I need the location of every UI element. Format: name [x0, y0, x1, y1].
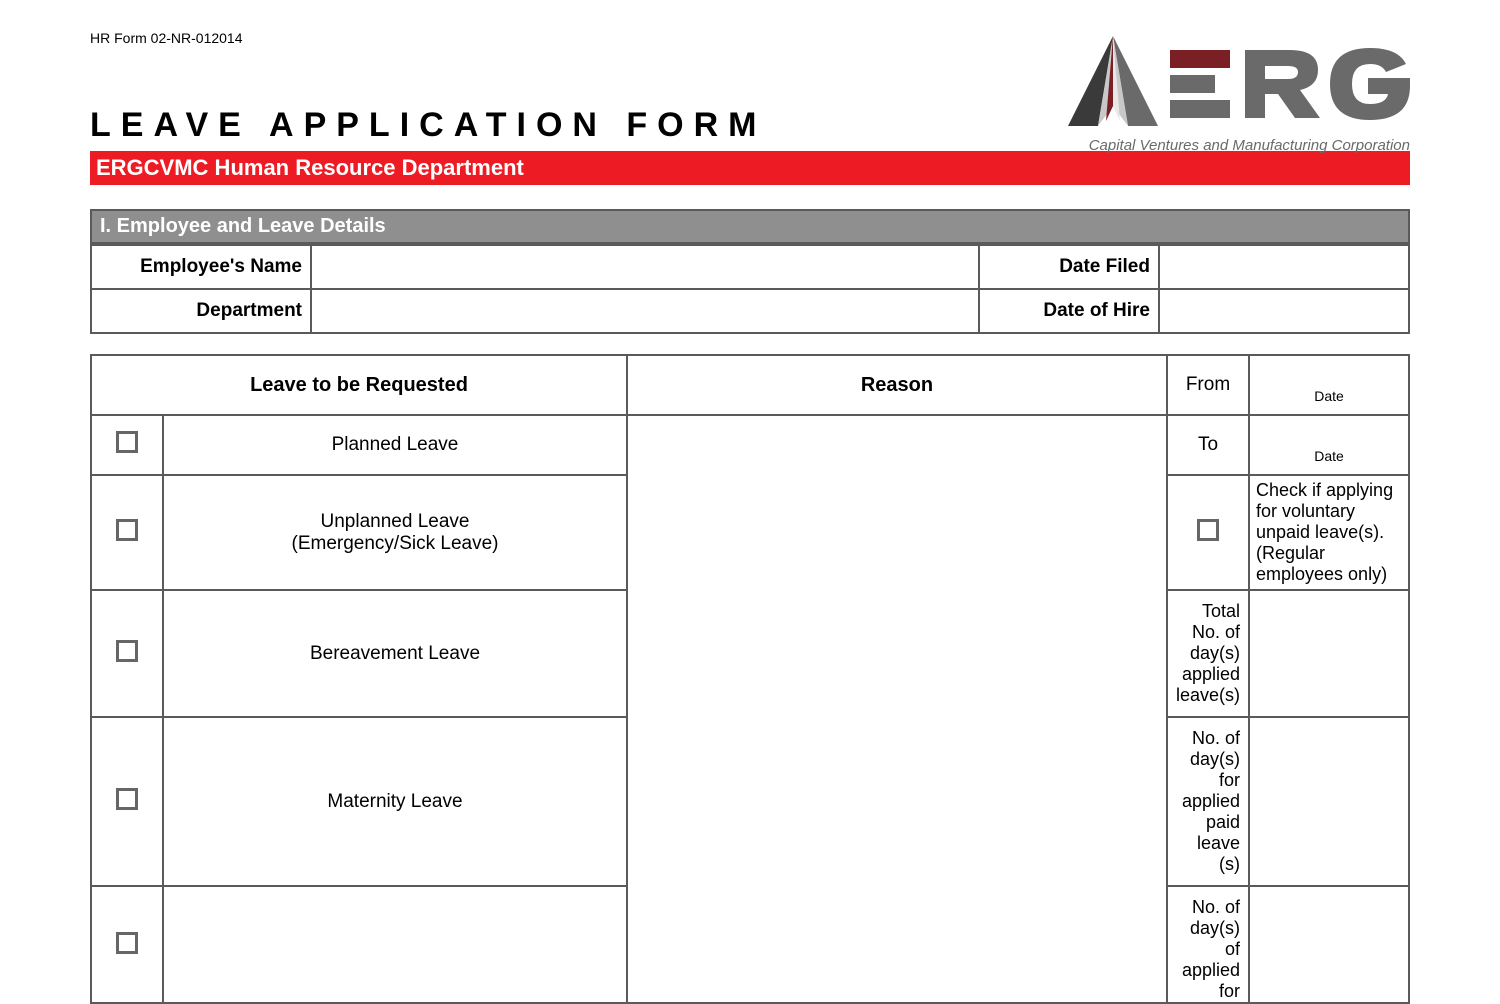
next-leave-label: [163, 886, 627, 1003]
paid-days-label: No. of day(s) for applied paid leave (s): [1167, 717, 1249, 886]
date-sublabel: Date: [1258, 448, 1400, 464]
checkbox-icon: [116, 640, 138, 662]
next-leave-checkbox[interactable]: [91, 886, 163, 1003]
bereavement-leave-checkbox[interactable]: [91, 590, 163, 717]
logo-tagline: Capital Ventures and Manufacturing Corpo…: [1080, 137, 1410, 154]
paid-days-field[interactable]: [1249, 717, 1409, 886]
to-date-field[interactable]: Date: [1249, 415, 1409, 475]
department-bar: ERGCVMC Human Resource Department: [90, 151, 1410, 185]
checkbox-icon: [116, 431, 138, 453]
unplanned-leave-checkbox[interactable]: [91, 475, 163, 590]
department-field[interactable]: [311, 289, 979, 333]
to-label: To: [1167, 415, 1249, 475]
unplanned-leave-label: Unplanned Leave (Emergency/Sick Leave): [163, 475, 627, 590]
date-hire-label: Date of Hire: [979, 289, 1159, 333]
employee-name-field[interactable]: [311, 245, 979, 289]
logo-text: [1170, 44, 1410, 124]
date-filed-label: Date Filed: [979, 245, 1159, 289]
section-1-header: I. Employee and Leave Details: [90, 209, 1410, 244]
table-row: Leave to be Requested Reason From Date: [91, 355, 1409, 415]
table-row: Employee's Name Date Filed: [91, 245, 1409, 289]
checkbox-icon: [1197, 519, 1219, 541]
date-hire-field[interactable]: [1159, 289, 1409, 333]
checkbox-icon: [116, 519, 138, 541]
reason-field[interactable]: [627, 415, 1167, 1003]
voluntary-unpaid-checkbox[interactable]: [1167, 475, 1249, 590]
employee-details-table: Employee's Name Date Filed Department Da…: [90, 244, 1410, 334]
table-row: Department Date of Hire: [91, 289, 1409, 333]
total-days-field[interactable]: [1249, 590, 1409, 717]
reason-header: Reason: [627, 355, 1167, 415]
leave-header: Leave to be Requested: [91, 355, 627, 415]
maternity-leave-label: Maternity Leave: [163, 717, 627, 886]
total-days-label: Total No. of day(s) applied leave(s): [1167, 590, 1249, 717]
table-row: Planned Leave To Date: [91, 415, 1409, 475]
from-label: From: [1167, 355, 1249, 415]
logo: Capital Ventures and Manufacturing Corpo…: [1080, 36, 1410, 154]
unpaid-days-label: No. of day(s) of applied for: [1167, 886, 1249, 1003]
checkbox-icon: [116, 932, 138, 954]
maternity-leave-checkbox[interactable]: [91, 717, 163, 886]
checkbox-icon: [116, 788, 138, 810]
unplanned-sub: (Emergency/Sick Leave): [292, 533, 499, 554]
bereavement-leave-label: Bereavement Leave: [163, 590, 627, 717]
employee-name-label: Employee's Name: [91, 245, 311, 289]
planned-leave-label: Planned Leave: [163, 415, 627, 475]
date-filed-field[interactable]: [1159, 245, 1409, 289]
unplanned-text: Unplanned Leave: [321, 511, 470, 532]
unpaid-days-field[interactable]: [1249, 886, 1409, 1003]
leave-request-table: Leave to be Requested Reason From Date P…: [90, 354, 1410, 1004]
voluntary-note: Check if applying for voluntary unpaid l…: [1249, 475, 1409, 590]
planned-leave-checkbox[interactable]: [91, 415, 163, 475]
date-sublabel: Date: [1258, 388, 1400, 404]
pyramid-icon: [1068, 36, 1158, 131]
from-date-field[interactable]: Date: [1249, 355, 1409, 415]
department-label: Department: [91, 289, 311, 333]
